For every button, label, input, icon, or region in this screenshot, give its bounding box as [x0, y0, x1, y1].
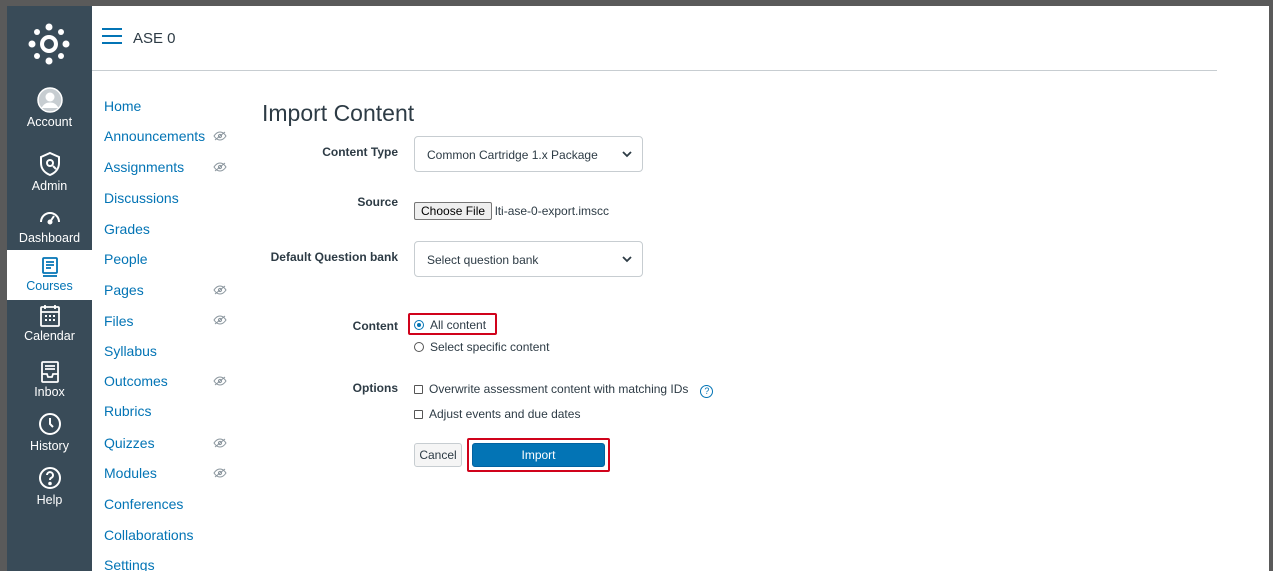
option-adjust-dates[interactable]: Adjust events and due dates — [414, 407, 580, 421]
hidden-eye-icon — [213, 376, 227, 386]
global-nav-label: Account — [26, 115, 73, 129]
radio-label: Select specific content — [430, 340, 550, 354]
radio-button-checked[interactable] — [414, 320, 424, 330]
radio-button[interactable] — [414, 342, 424, 352]
courses-icon — [39, 256, 61, 278]
global-nav: Account Admin Dashboard Courses Calendar… — [7, 6, 92, 571]
global-nav-dashboard[interactable]: Dashboard — [7, 202, 92, 245]
option-overwrite-assessment[interactable]: Overwrite assessment content with matchi… — [414, 382, 714, 398]
radio-select-specific-content[interactable]: Select specific content — [414, 340, 549, 354]
hamburger-menu-icon[interactable] — [102, 28, 122, 44]
radio-all-content[interactable]: All content — [414, 318, 486, 332]
global-nav-history[interactable]: History — [7, 410, 92, 453]
question-help-icon[interactable]: ? — [700, 385, 714, 398]
global-nav-label: Inbox — [34, 385, 65, 399]
course-nav-syllabus[interactable]: Syllabus — [104, 343, 157, 359]
import-button[interactable]: Import — [472, 443, 605, 467]
course-nav-collaborations[interactable]: Collaborations — [104, 527, 194, 543]
hidden-eye-icon — [213, 468, 227, 478]
content-label: Content — [352, 319, 398, 333]
global-nav-account[interactable]: Account — [7, 86, 92, 129]
course-nav-people[interactable]: People — [104, 251, 148, 267]
question-bank-select[interactable]: Select question bank — [414, 241, 643, 277]
global-nav-label: Dashboard — [18, 231, 81, 245]
chevron-down-icon — [622, 151, 632, 158]
dashboard-icon — [36, 202, 64, 230]
form-labels: Content Type Source Default Question ban… — [240, 0, 398, 571]
course-nav-home[interactable]: Home — [104, 98, 141, 114]
course-nav-quizzes[interactable]: Quizzes — [104, 435, 155, 451]
course-nav-files[interactable]: Files — [104, 313, 134, 329]
help-icon — [36, 464, 64, 492]
global-nav-courses[interactable]: Courses — [7, 250, 92, 300]
global-nav-help[interactable]: Help — [7, 464, 92, 507]
global-nav-inbox[interactable]: Inbox — [7, 360, 92, 399]
admin-icon — [36, 150, 64, 178]
global-nav-admin[interactable]: Admin — [7, 150, 92, 193]
file-name: lti-ase-0-export.imscc — [495, 204, 610, 218]
course-nav-pages[interactable]: Pages — [104, 282, 144, 298]
course-nav-grades[interactable]: Grades — [104, 221, 150, 237]
course-nav-settings[interactable]: Settings — [104, 557, 155, 571]
history-icon — [36, 410, 64, 438]
checkbox[interactable] — [414, 410, 423, 419]
calendar-icon — [39, 304, 61, 328]
course-nav-announcements[interactable]: Announcements — [104, 128, 205, 144]
global-nav-label: Help — [36, 493, 63, 507]
content-type-label: Content Type — [322, 145, 398, 159]
chevron-down-icon — [622, 256, 632, 263]
course-nav-assignments[interactable]: Assignments — [104, 159, 184, 175]
hidden-eye-icon — [213, 131, 227, 141]
course-nav-outcomes[interactable]: Outcomes — [104, 373, 168, 389]
checkbox[interactable] — [414, 385, 423, 394]
inbox-icon — [39, 360, 61, 384]
global-nav-label: Courses — [26, 279, 73, 293]
hidden-eye-icon — [213, 438, 227, 448]
global-nav-label: Calendar — [24, 329, 75, 343]
course-nav-conferences[interactable]: Conferences — [104, 496, 183, 512]
radio-label: All content — [430, 318, 487, 332]
content-type-value: Common Cartridge 1.x Package — [427, 148, 598, 162]
global-nav-label: History — [30, 439, 69, 453]
source-file-picker: Choose File lti-ase-0-export.imscc — [414, 202, 609, 220]
checkbox-label: Adjust events and due dates — [429, 407, 581, 421]
course-nav-rubrics[interactable]: Rubrics — [104, 403, 151, 419]
hidden-eye-icon — [213, 285, 227, 295]
content-type-select[interactable]: Common Cartridge 1.x Package — [414, 136, 643, 172]
window-frame — [0, 0, 1273, 571]
checkbox-label: Overwrite assessment content with matchi… — [429, 382, 689, 396]
breadcrumb-course[interactable]: ASE 0 — [133, 30, 176, 47]
course-nav-modules[interactable]: Modules — [104, 465, 157, 481]
hidden-eye-icon — [213, 315, 227, 325]
question-bank-value: Select question bank — [427, 253, 539, 267]
question-bank-label: Default Question bank — [270, 250, 398, 264]
global-nav-label: Admin — [31, 179, 68, 193]
course-nav-discussions[interactable]: Discussions — [104, 190, 179, 206]
source-label: Source — [357, 195, 398, 209]
choose-file-button[interactable]: Choose File — [414, 202, 493, 220]
account-icon — [36, 86, 64, 114]
hidden-eye-icon — [213, 162, 227, 172]
cancel-button[interactable]: Cancel — [414, 443, 462, 467]
options-label: Options — [352, 381, 398, 395]
canvas-logo-icon[interactable] — [26, 21, 72, 67]
global-nav-calendar[interactable]: Calendar — [7, 304, 92, 343]
